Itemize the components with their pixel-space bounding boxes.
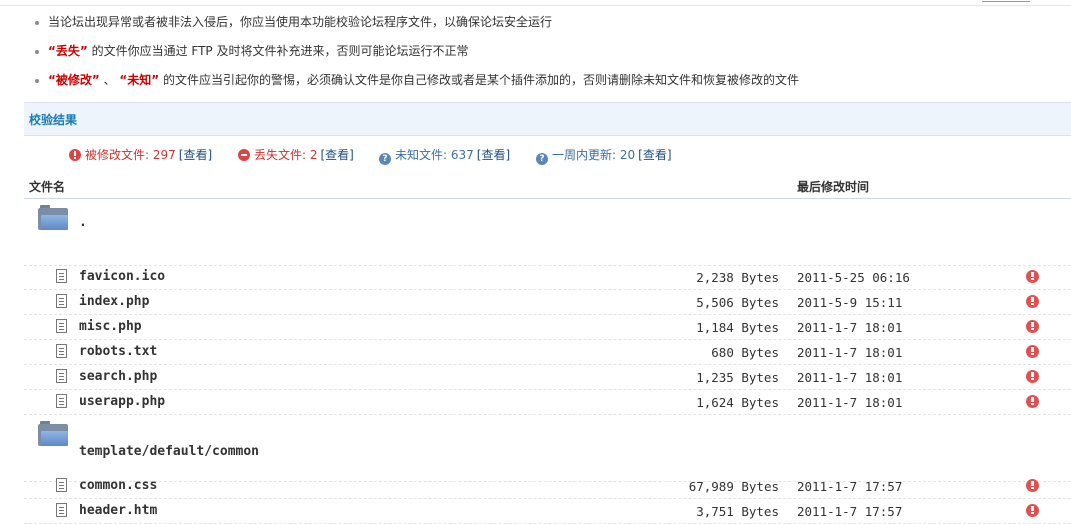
file-modified-date: 2011-1-7 17:57 [797,479,903,494]
tip-text: 、 [99,73,120,87]
directory-name: template/default/common [79,444,260,459]
tip-text: 当论坛出现异常或者被非法入侵后，你应当使用本功能校验论坛程序文件，以确保论坛安全… [48,15,553,29]
file-name[interactable]: index.php [79,294,149,309]
error-status-icon [1026,479,1039,492]
summary-unknown-label: 未知文件: 637 [395,148,474,162]
folder-front [41,431,68,446]
table-header: 文件名 最后修改时间 [24,172,1071,199]
help-icon: ? [536,153,548,165]
error-status-icon [1026,270,1039,283]
folder-front [41,215,68,230]
tips-list: 当论坛出现异常或者被非法入侵后，你应当使用本功能校验论坛程序文件，以确保论坛安全… [30,8,1060,95]
file-icon [56,478,67,492]
tip-item: “丢失” 的文件你应当通过 FTP 及时将文件补充进来，否则可能论坛运行不正常 [30,37,1060,66]
help-icon: ? [379,153,391,165]
file-size: 5,506 Bytes [696,295,779,310]
file-icon [56,319,67,333]
file-name[interactable]: favicon.ico [79,269,165,284]
summary-missing: 丢失文件: 2 [查看] [238,147,354,163]
tip-highlight: “未知” [119,73,160,87]
summary-modified-label: 被修改文件: 297 [85,148,176,162]
view-missing-link[interactable]: [查看] [321,148,354,162]
file-row: header.htm 3,751 Bytes 2011-1-7 17:57 [24,499,1071,524]
file-modified-date: 2011-1-7 17:57 [797,504,903,519]
summary-unknown: ? 未知文件: 637 [查看] [379,147,510,165]
bullet-icon [35,21,39,25]
file-row: favicon.ico 2,238 Bytes 2011-5-25 06:16 [24,265,1071,290]
folder-icon [38,421,68,446]
file-row: userapp.php 1,624 Bytes 2011-1-7 18:01 [24,390,1071,415]
file-icon [56,503,67,517]
error-icon [69,149,81,161]
error-status-icon [1026,370,1039,383]
file-row: robots.txt 680 Bytes 2011-1-7 18:01 [24,340,1071,365]
tip-text: 的文件你应当通过 FTP 及时将文件补充进来，否则可能论坛运行不正常 [87,44,469,58]
file-row: common.css 67,989 Bytes 2011-1-7 17:57 [24,474,1071,499]
summary-modified: 被修改文件: 297 [查看] [69,147,212,163]
file-size: 2,238 Bytes [696,270,779,285]
file-icon [56,394,67,408]
section-header: 校验结果 [24,102,1071,136]
view-modified-link[interactable]: [查看] [179,148,212,162]
file-size: 1,624 Bytes [696,395,779,410]
top-edge-control[interactable] [982,0,1030,2]
file-name[interactable]: robots.txt [79,344,157,359]
directory-name: . [79,215,87,230]
file-name[interactable]: common.css [79,478,157,493]
file-icon [56,269,67,283]
file-size: 1,235 Bytes [696,370,779,385]
error-status-icon [1026,504,1039,517]
tip-highlight: “丢失” [48,44,88,58]
minus-circle-icon [238,149,250,161]
directory-row: template/default/common [24,415,1071,482]
col-filename: 文件名 [29,180,66,194]
file-row: index.php 5,506 Bytes 2011-5-9 15:11 [24,290,1071,315]
error-status-icon [1026,395,1039,408]
error-status-icon [1026,345,1039,358]
tip-text: 的文件应当引起你的警惕，必须确认文件是你自己修改或者是某个插件添加的，否则请删除… [159,73,800,87]
file-row: search.php 1,235 Bytes 2011-1-7 18:01 [24,365,1071,390]
file-name[interactable]: userapp.php [79,394,165,409]
file-modified-date: 2011-5-9 15:11 [797,295,903,310]
file-icon [56,294,67,308]
view-weekly-link[interactable]: [查看] [638,148,671,162]
file-size: 3,751 Bytes [696,504,779,519]
file-modified-date: 2011-1-7 18:01 [797,345,903,360]
summary-missing-label: 丢失文件: 2 [254,148,318,162]
file-size: 680 Bytes [711,345,779,360]
file-name[interactable]: header.htm [79,503,157,518]
file-row: misc.php 1,184 Bytes 2011-1-7 18:01 [24,315,1071,340]
tip-item: 当论坛出现异常或者被非法入侵后，你应当使用本功能校验论坛程序文件，以确保论坛安全… [30,8,1060,37]
bullet-icon [35,79,39,83]
view-unknown-link[interactable]: [查看] [477,148,510,162]
file-modified-date: 2011-5-25 06:16 [797,270,910,285]
file-name[interactable]: search.php [79,369,157,384]
summary-weekly: ? 一周内更新: 20 [查看] [536,147,672,165]
section-title: 校验结果 [29,113,78,127]
file-size: 1,184 Bytes [696,320,779,335]
file-icon [56,369,67,383]
tip-item: “被修改” 、 “未知” 的文件应当引起你的警惕，必须确认文件是你自己修改或者是… [30,66,1060,95]
file-modified-date: 2011-1-7 18:01 [797,370,903,385]
col-modified: 最后修改时间 [797,180,870,194]
error-status-icon [1026,295,1039,308]
bullet-icon [35,50,39,54]
file-modified-date: 2011-1-7 18:01 [797,395,903,410]
directory-row: . [24,199,1071,266]
tip-highlight: “被修改” [48,73,100,87]
file-size: 67,989 Bytes [688,479,779,494]
summary-weekly-label: 一周内更新: 20 [552,148,636,162]
file-name[interactable]: misc.php [79,319,142,334]
error-status-icon [1026,320,1039,333]
file-modified-date: 2011-1-7 18:01 [797,320,903,335]
file-icon [56,344,67,358]
folder-icon [38,205,68,230]
top-divider [0,0,1071,6]
